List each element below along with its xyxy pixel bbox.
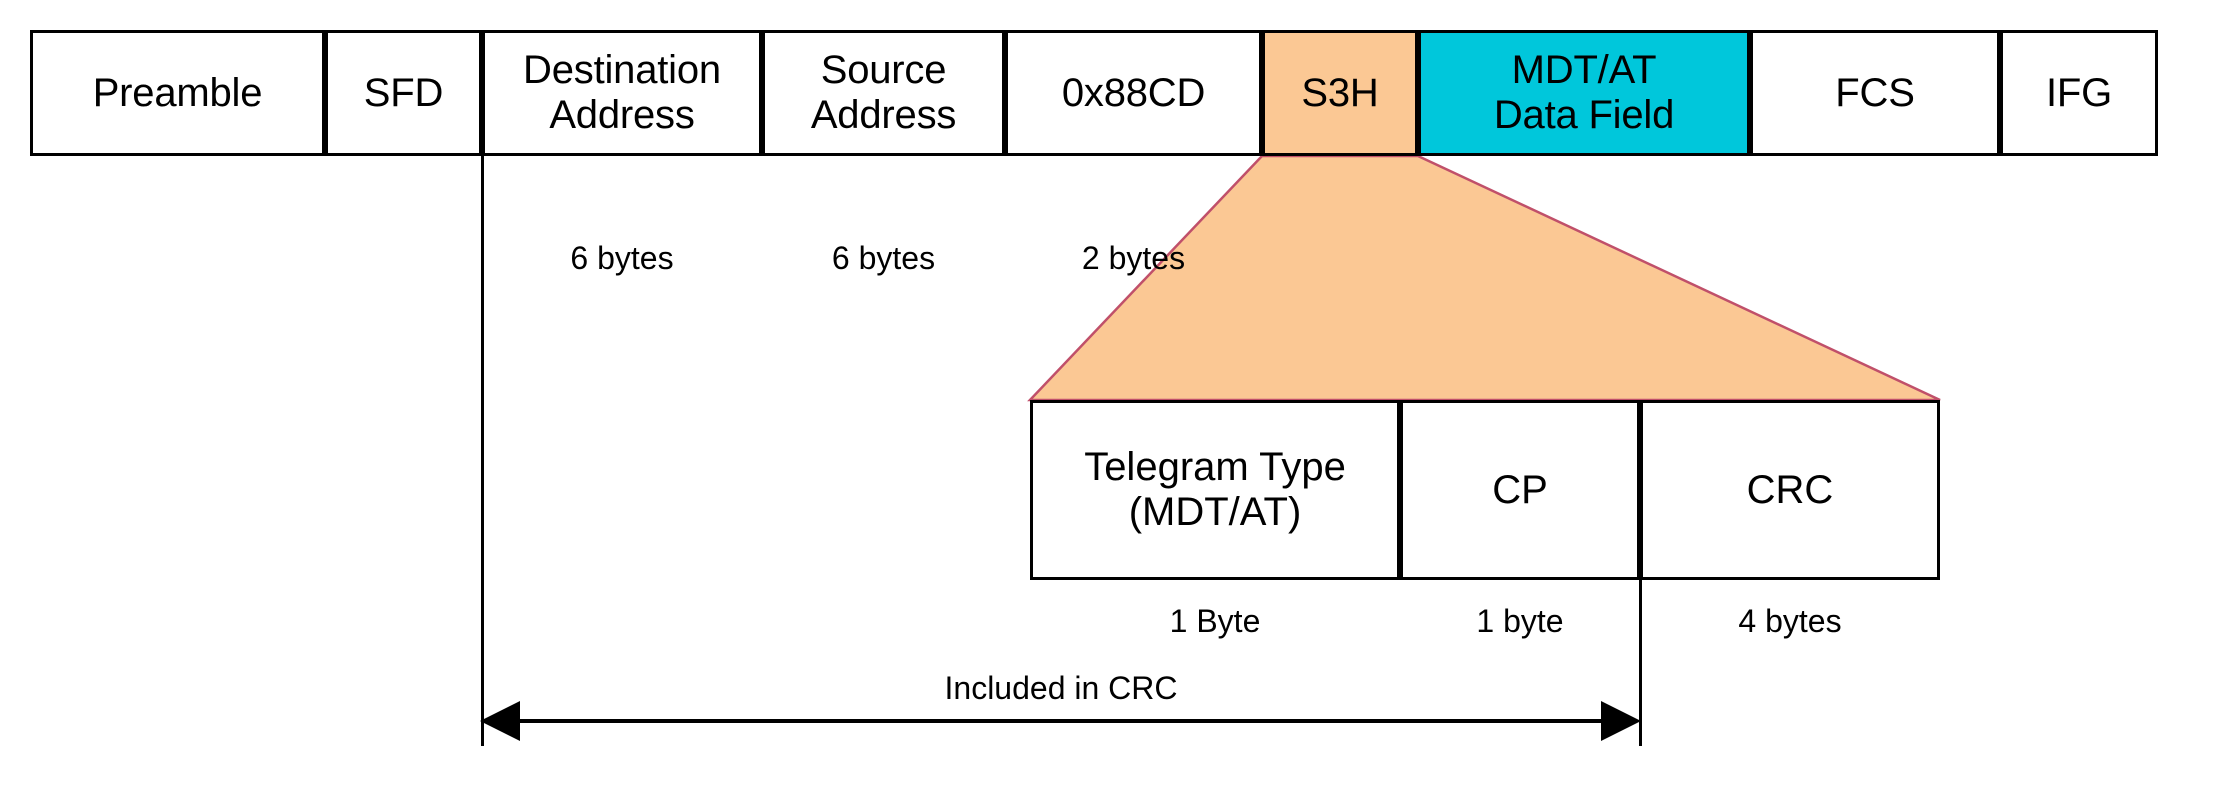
crc-span-right-extension-line [1639,580,1642,746]
size-label-telegram-type: 1 Byte [1169,603,1261,639]
size-label-crc: 4 bytes [1738,603,1842,639]
detail-cell-telegram-type[interactable]: Telegram Type (MDT/AT) [1030,400,1400,580]
detail-cell-crc[interactable]: CRC [1640,400,1940,580]
detail-cell-crc-label: CRC [1746,467,1834,512]
frame-cell-ethertype[interactable]: 0x88CD [1005,30,1262,156]
detail-cell-telegram-type-label-line2: (MDT/AT) [1128,490,1302,534]
frame-cell-ethertype-label: 0x88CD [1061,70,1206,115]
crc-span-left-extension-line [481,156,484,746]
detail-cell-telegram-type-label-line1: Telegram Type [1084,445,1346,490]
frame-cell-s3h-label: S3H [1301,70,1379,115]
frame-cell-destination-address[interactable]: Destination Address [482,30,762,156]
frame-cell-data-field-label-line1: MDT/AT [1511,48,1657,93]
size-label-source-address: 6 bytes [831,240,936,276]
frame-cell-fcs[interactable]: FCS [1750,30,2000,156]
frame-cell-data-field-label-line2: Data Field [1493,93,1675,137]
size-label-destination-address: 6 bytes [570,240,674,276]
frame-cell-source-address[interactable]: Source Address [762,30,1005,156]
size-label-ethertype: 2 bytes [1081,240,1186,276]
frame-cell-sfd[interactable]: SFD [325,30,482,156]
frame-format-diagram: Preamble SFD Destination Address Source … [0,0,2214,798]
frame-cell-destination-address-label-line1: Destination [523,48,721,93]
frame-cell-source-address-label-line2: Address [810,93,957,137]
frame-cell-sfd-label: SFD [363,70,444,115]
frame-cell-preamble-label: Preamble [92,70,263,115]
frame-cell-preamble[interactable]: Preamble [30,30,325,156]
detail-cell-cp-label: CP [1492,467,1548,512]
frame-cell-source-address-label-line1: Source [820,48,947,93]
size-label-cp: 1 byte [1476,603,1564,639]
frame-cell-destination-address-label-line2: Address [549,93,695,137]
detail-cell-cp[interactable]: CP [1400,400,1640,580]
frame-cell-ifg[interactable]: IFG [2000,30,2158,156]
callout-shape [1027,154,1941,402]
frame-cell-fcs-label: FCS [1835,70,1915,115]
frame-cell-s3h[interactable]: S3H [1262,30,1418,156]
frame-cell-ifg-label: IFG [2045,70,2113,115]
frame-cell-data-field[interactable]: MDT/AT Data Field [1418,30,1750,156]
crc-span-caption: Included in CRC [944,670,1178,706]
